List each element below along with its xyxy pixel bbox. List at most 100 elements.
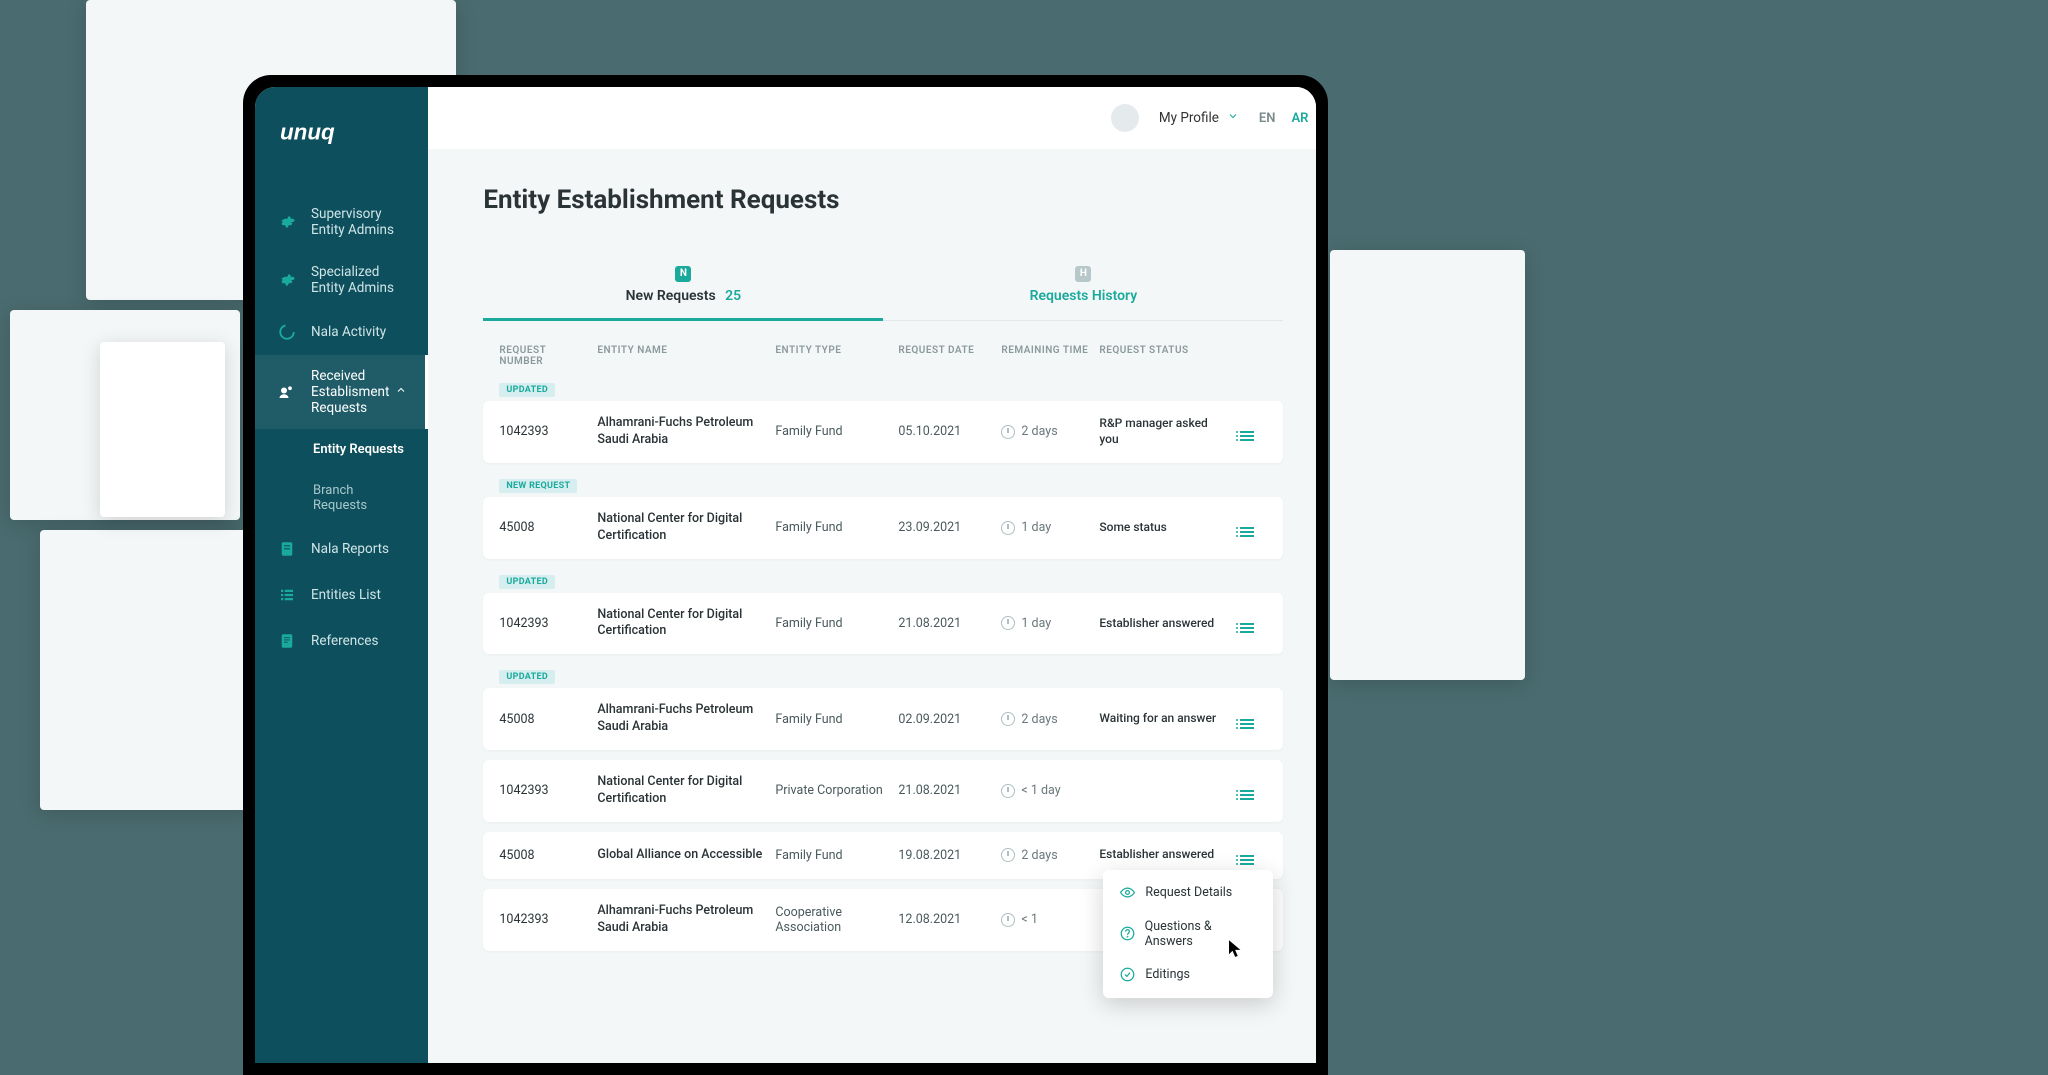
table-header: REQUEST NUMBER ENTITY NAME ENTITY TYPE R… xyxy=(483,345,1283,377)
table-row-content[interactable]: 1042393 Alhamrani-Fuchs Petroleum Saudi … xyxy=(483,401,1283,463)
tabs: N New Requests 25 H Requests History xyxy=(483,247,1283,321)
svg-text:unuq: unuq xyxy=(280,119,335,144)
tab-new-requests[interactable]: N New Requests 25 xyxy=(483,247,883,320)
tab-history[interactable]: H Requests History xyxy=(883,247,1283,320)
requests-table: REQUEST NUMBER ENTITY NAME ENTITY TYPE R… xyxy=(483,345,1283,951)
cell-number: 1042393 xyxy=(499,912,589,927)
nav-references[interactable]: References xyxy=(255,618,428,664)
nav-nala-reports[interactable]: Nala Reports xyxy=(255,526,428,572)
cell-status: R&P manager asked you xyxy=(1099,416,1219,447)
row-actions-button[interactable] xyxy=(1227,518,1267,537)
nav-entities-list[interactable]: Entities List xyxy=(255,572,428,618)
nav-label: Supervisory Entity Admins xyxy=(311,206,406,238)
nav-label: References xyxy=(311,633,378,649)
dropdown-editings[interactable]: Editings xyxy=(1103,958,1273,992)
cell-date: 02.09.2021 xyxy=(898,712,993,727)
dropdown-request-details[interactable]: Request Details xyxy=(1103,876,1273,910)
nav-nala-activity[interactable]: Nala Activity xyxy=(255,309,428,355)
profile-label: My Profile xyxy=(1159,110,1219,126)
cell-entity-type: Family Fund xyxy=(775,520,890,535)
cell-remaining-time: 1 day xyxy=(1001,520,1091,535)
table-row-content[interactable]: 45008 National Center for Digital Certif… xyxy=(483,497,1283,559)
th-time: REMAINING TIME xyxy=(1001,345,1091,367)
cell-number: 45008 xyxy=(499,712,589,727)
row-actions-button[interactable] xyxy=(1227,781,1267,800)
profile-menu[interactable]: My Profile xyxy=(1159,110,1239,126)
cell-date: 21.08.2021 xyxy=(898,783,993,798)
th-date: REQUEST DATE xyxy=(898,345,993,367)
nav-label: Specialized Entity Admins xyxy=(311,264,406,296)
row-actions-button[interactable] xyxy=(1227,846,1267,865)
clock-icon xyxy=(1001,848,1015,862)
cell-number: 45008 xyxy=(499,848,589,863)
menu-icon xyxy=(1240,790,1254,800)
sidebar-nav: Supervisory Entity Admins Specialized En… xyxy=(255,193,428,1063)
row-actions-button[interactable] xyxy=(1227,614,1267,633)
nav-supervisory-admins[interactable]: Supervisory Entity Admins xyxy=(255,193,428,251)
cell-entity-type: Private Corporation xyxy=(775,783,890,798)
cell-remaining-time: 2 days xyxy=(1001,848,1091,863)
table-row: UPDATED 45008 Alhamrani-Fuchs Petroleum … xyxy=(483,664,1283,750)
chevron-down-icon xyxy=(1227,110,1239,126)
cell-date: 19.08.2021 xyxy=(898,848,993,863)
cell-remaining-time: 2 days xyxy=(1001,424,1091,439)
nav-specialized-admins[interactable]: Specialized Entity Admins xyxy=(255,251,428,309)
nav-entity-requests[interactable]: Entity Requests xyxy=(255,429,428,470)
cell-status: Some status xyxy=(1099,520,1219,536)
cell-date: 21.08.2021 xyxy=(898,616,993,631)
cell-number: 1042393 xyxy=(499,783,589,798)
gear-icon xyxy=(277,212,297,232)
nav-branch-requests[interactable]: Branch Requests xyxy=(255,470,428,526)
sidebar: unuq Supervisory Entity Admins Specializ… xyxy=(255,87,428,1063)
nav-label: Branch Requests xyxy=(313,483,406,513)
cell-remaining-time: 2 days xyxy=(1001,712,1091,727)
cell-remaining-time: 1 day xyxy=(1001,616,1091,631)
main-content: My Profile EN AR Entity Establishment Re… xyxy=(428,87,1316,1063)
tab-label-text: Requests History xyxy=(1030,288,1138,304)
clock-icon xyxy=(1001,425,1015,439)
dropdown-questions-answers[interactable]: Questions & Answers xyxy=(1103,910,1273,958)
row-badge: UPDATED xyxy=(499,383,555,397)
table-row-content[interactable]: 1042393 National Center for Digital Cert… xyxy=(483,593,1283,655)
nav-received-requests[interactable]: Received Establisment Requests xyxy=(255,355,428,429)
edit-icon xyxy=(1119,967,1135,983)
table-row-content[interactable]: 45008 Alhamrani-Fuchs Petroleum Saudi Ar… xyxy=(483,688,1283,750)
clock-icon xyxy=(1001,521,1015,535)
menu-icon xyxy=(1240,623,1254,633)
page-title: Entity Establishment Requests xyxy=(483,185,1283,215)
nav-label: Entities List xyxy=(311,587,381,603)
activity-icon xyxy=(277,322,297,342)
question-icon xyxy=(1119,926,1134,942)
bg-thumb-3 xyxy=(40,530,250,810)
cell-entity-type: Cooperative Association xyxy=(775,905,890,935)
cell-number: 1042393 xyxy=(499,616,589,631)
clock-icon xyxy=(1001,616,1015,630)
menu-icon xyxy=(1240,719,1254,729)
cell-status: Establisher answered xyxy=(1099,847,1219,863)
cell-entity-name: Global Alliance on Accessible xyxy=(597,847,767,864)
nav-label: Received Establisment Requests xyxy=(311,368,389,416)
table-row: UPDATED 1042393 Alhamrani-Fuchs Petroleu… xyxy=(483,377,1283,463)
inbox-icon xyxy=(277,382,297,402)
th-name: ENTITY NAME xyxy=(597,345,767,367)
cell-entity-name: National Center for Digital Certificatio… xyxy=(597,607,767,641)
table-row: NEW REQUEST 45008 National Center for Di… xyxy=(483,473,1283,559)
clock-icon xyxy=(1001,913,1015,927)
th-number: REQUEST NUMBER xyxy=(499,345,589,367)
page-body: Entity Establishment Requests N New Requ… xyxy=(428,149,1316,1063)
cell-status: Waiting for an answer xyxy=(1099,711,1219,727)
row-actions-button[interactable] xyxy=(1227,710,1267,729)
tab-badge-n: N xyxy=(675,266,691,282)
lang-en[interactable]: EN xyxy=(1259,111,1276,126)
th-status: REQUEST STATUS xyxy=(1099,345,1219,367)
row-actions-button[interactable] xyxy=(1227,422,1267,441)
table-row-content[interactable]: 1042393 National Center for Digital Cert… xyxy=(483,760,1283,822)
cell-number: 1042393 xyxy=(499,424,589,439)
avatar[interactable] xyxy=(1111,104,1139,132)
cell-entity-name: National Center for Digital Certificatio… xyxy=(597,774,767,808)
lang-ar[interactable]: AR xyxy=(1291,111,1308,126)
cell-entity-name: Alhamrani-Fuchs Petroleum Saudi Arabia xyxy=(597,415,767,449)
nav-label: Nala Activity xyxy=(311,324,386,340)
clock-icon xyxy=(1001,784,1015,798)
cell-number: 45008 xyxy=(499,520,589,535)
